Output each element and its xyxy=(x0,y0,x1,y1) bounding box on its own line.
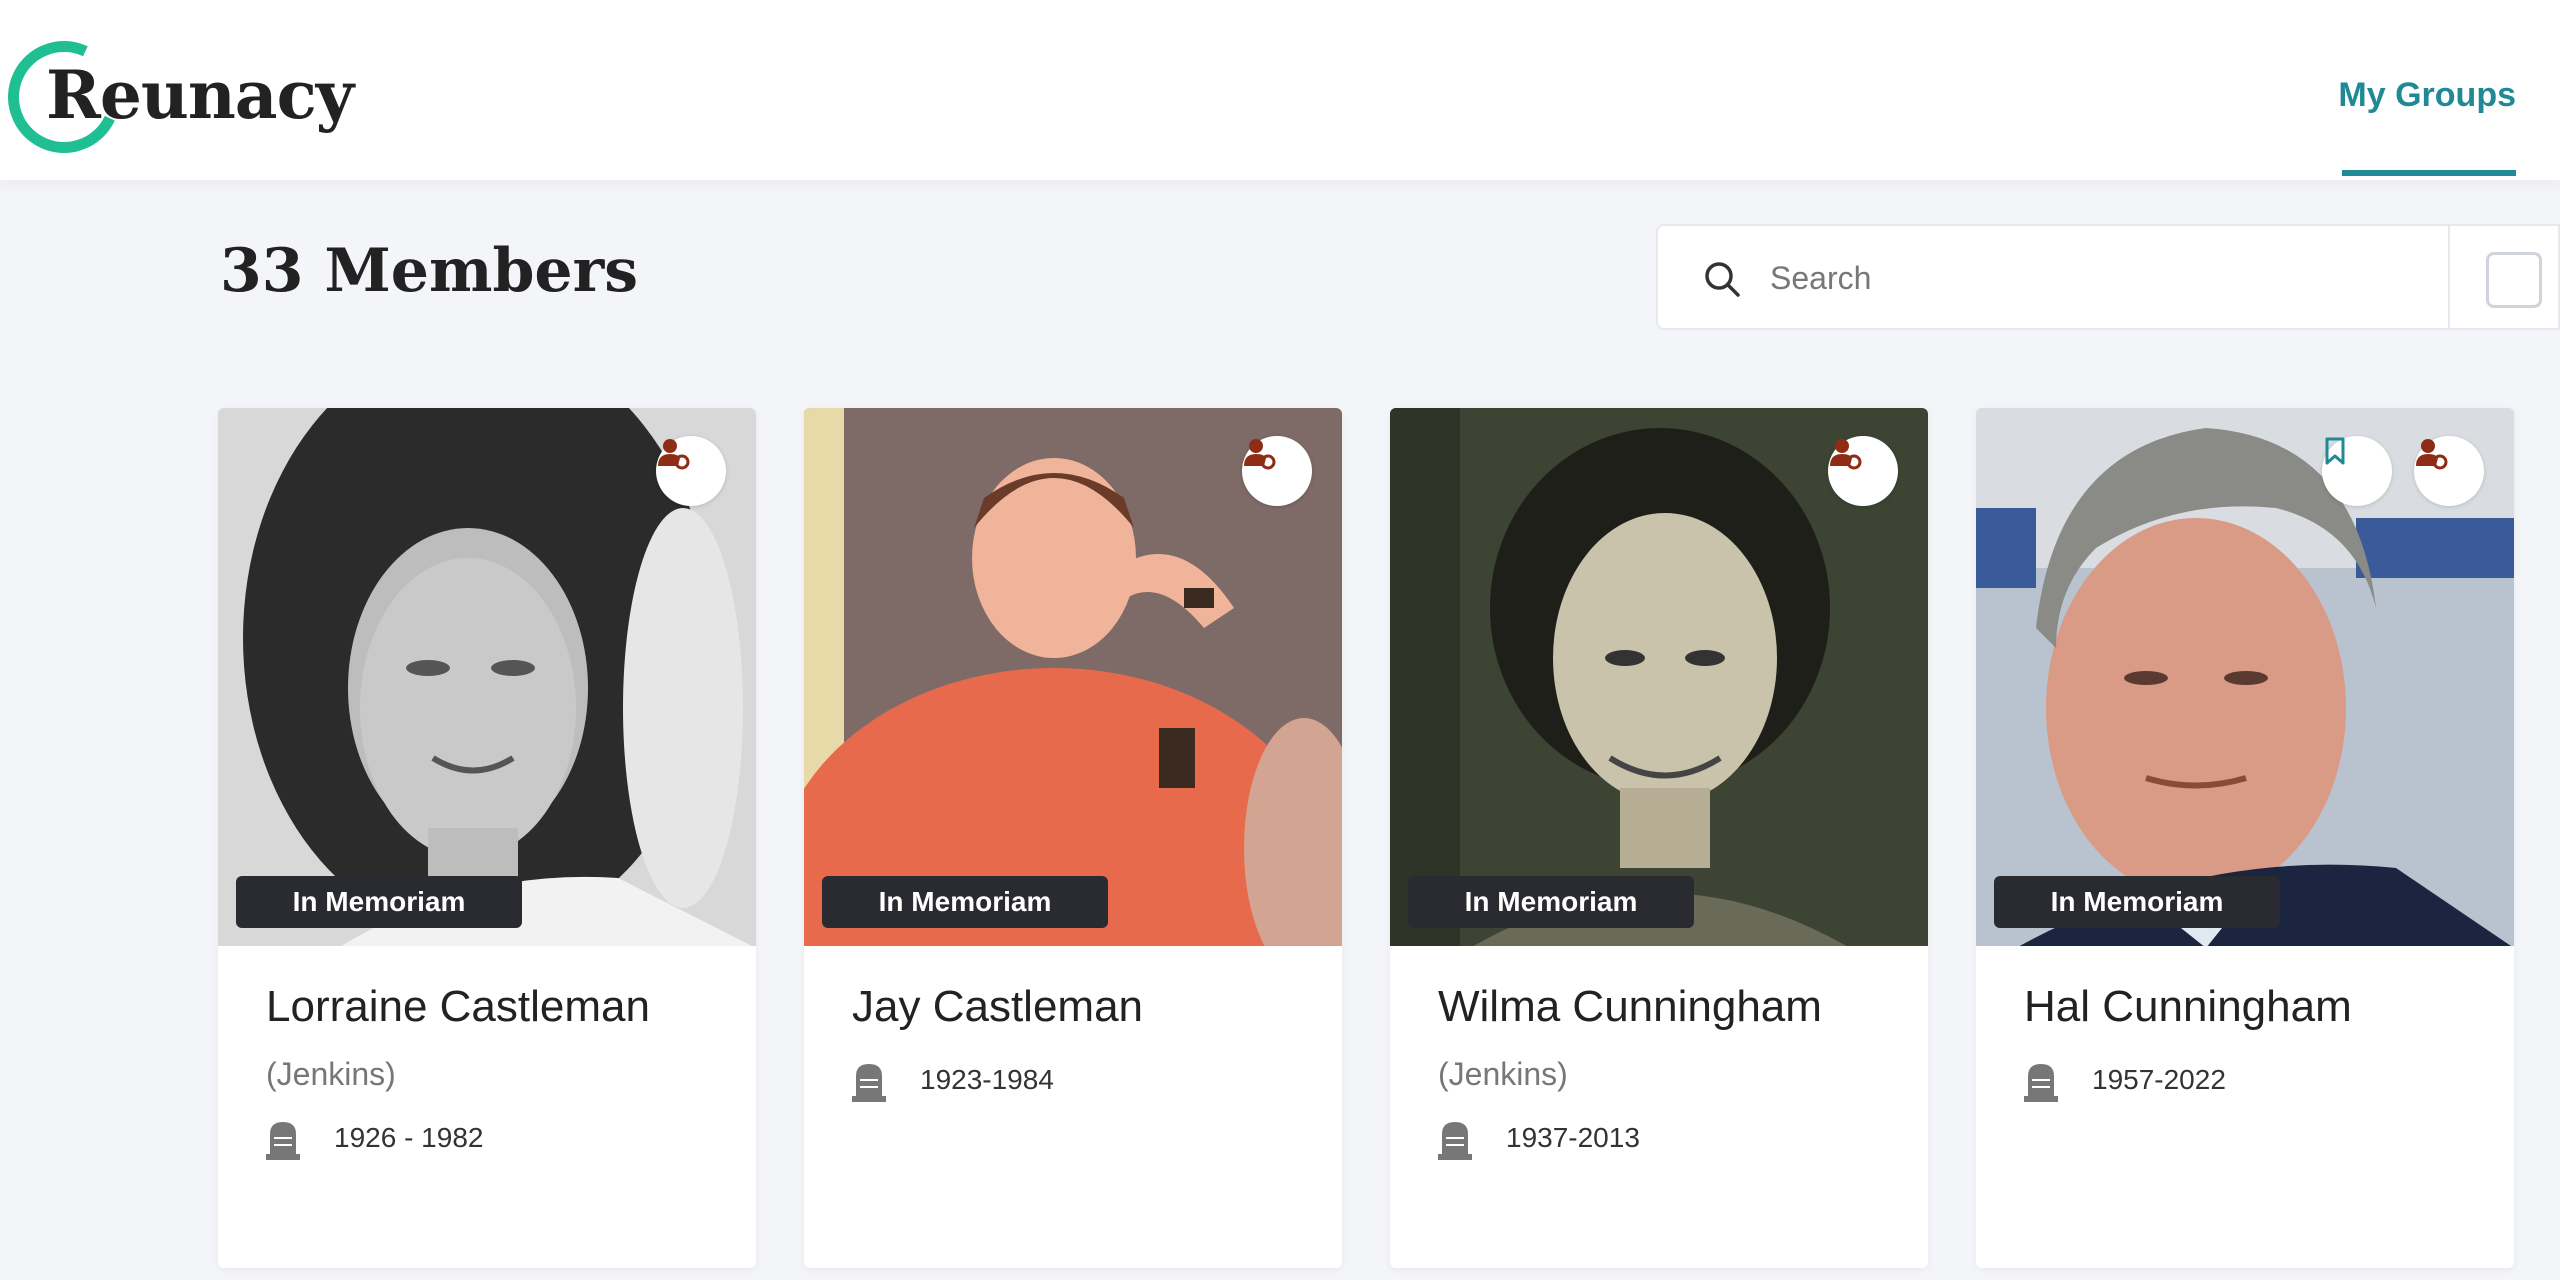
in-memoriam-badge: In Memoriam xyxy=(822,876,1108,928)
reunacy-logo[interactable]: Reunacy xyxy=(0,25,354,169)
search-divider xyxy=(2448,226,2450,328)
member-maiden-name: (Jenkins) xyxy=(1438,1056,1568,1092)
in-memoriam-badge: In Memoriam xyxy=(236,876,522,928)
search-bar xyxy=(1656,224,2560,330)
member-card[interactable]: In Memoriam Hal Cunningham 1957-2022 xyxy=(1976,408,2514,1268)
tombstone-icon xyxy=(266,1122,300,1160)
bookmark-icon[interactable] xyxy=(2322,436,2392,506)
member-dates: 1926 - 1982 xyxy=(334,1122,484,1153)
member-photo: In Memoriam xyxy=(218,408,756,946)
member-card[interactable]: In Memoriam Lorraine Castleman (Jenkins)… xyxy=(218,408,756,1268)
page-title: 33 Members xyxy=(220,236,638,306)
active-tab-indicator xyxy=(2342,170,2516,176)
search-icon xyxy=(1705,262,1740,297)
tombstone-icon xyxy=(1438,1122,1472,1160)
top-header: Reunacy My Groups xyxy=(0,0,2560,180)
logo-text: Reunacy xyxy=(46,56,354,134)
admin-user-icon[interactable] xyxy=(1828,436,1898,506)
member-dates: 1937-2013 xyxy=(1506,1122,1640,1153)
search-input[interactable] xyxy=(1770,250,2370,306)
in-memoriam-badge: In Memoriam xyxy=(1994,876,2280,928)
member-dates: 1957-2022 xyxy=(2092,1064,2226,1095)
member-card[interactable]: In Memoriam Wilma Cunningham (Jenkins) 1… xyxy=(1390,408,1928,1268)
member-name[interactable]: Jay Castleman xyxy=(852,982,1143,1032)
admin-user-icon[interactable] xyxy=(656,436,726,506)
in-memoriam-badge: In Memoriam xyxy=(1408,876,1694,928)
member-photo: In Memoriam xyxy=(1390,408,1928,946)
admin-user-icon[interactable] xyxy=(1242,436,1312,506)
member-dates: 1923-1984 xyxy=(920,1064,1054,1095)
member-photo: In Memoriam xyxy=(1976,408,2514,946)
member-maiden-name: (Jenkins) xyxy=(266,1056,396,1092)
member-card[interactable]: In Memoriam Jay Castleman 1923-1984 xyxy=(804,408,1342,1268)
filter-checkbox[interactable] xyxy=(2486,252,2542,308)
member-name[interactable]: Lorraine Castleman xyxy=(266,982,650,1032)
member-name[interactable]: Wilma Cunningham xyxy=(1438,982,1822,1032)
admin-user-icon[interactable] xyxy=(2414,436,2484,506)
tab-my-groups[interactable]: My Groups xyxy=(2338,76,2516,115)
tombstone-icon xyxy=(852,1064,886,1102)
member-photo: In Memoriam xyxy=(804,408,1342,946)
member-name[interactable]: Hal Cunningham xyxy=(2024,982,2352,1032)
tombstone-icon xyxy=(2024,1064,2058,1102)
